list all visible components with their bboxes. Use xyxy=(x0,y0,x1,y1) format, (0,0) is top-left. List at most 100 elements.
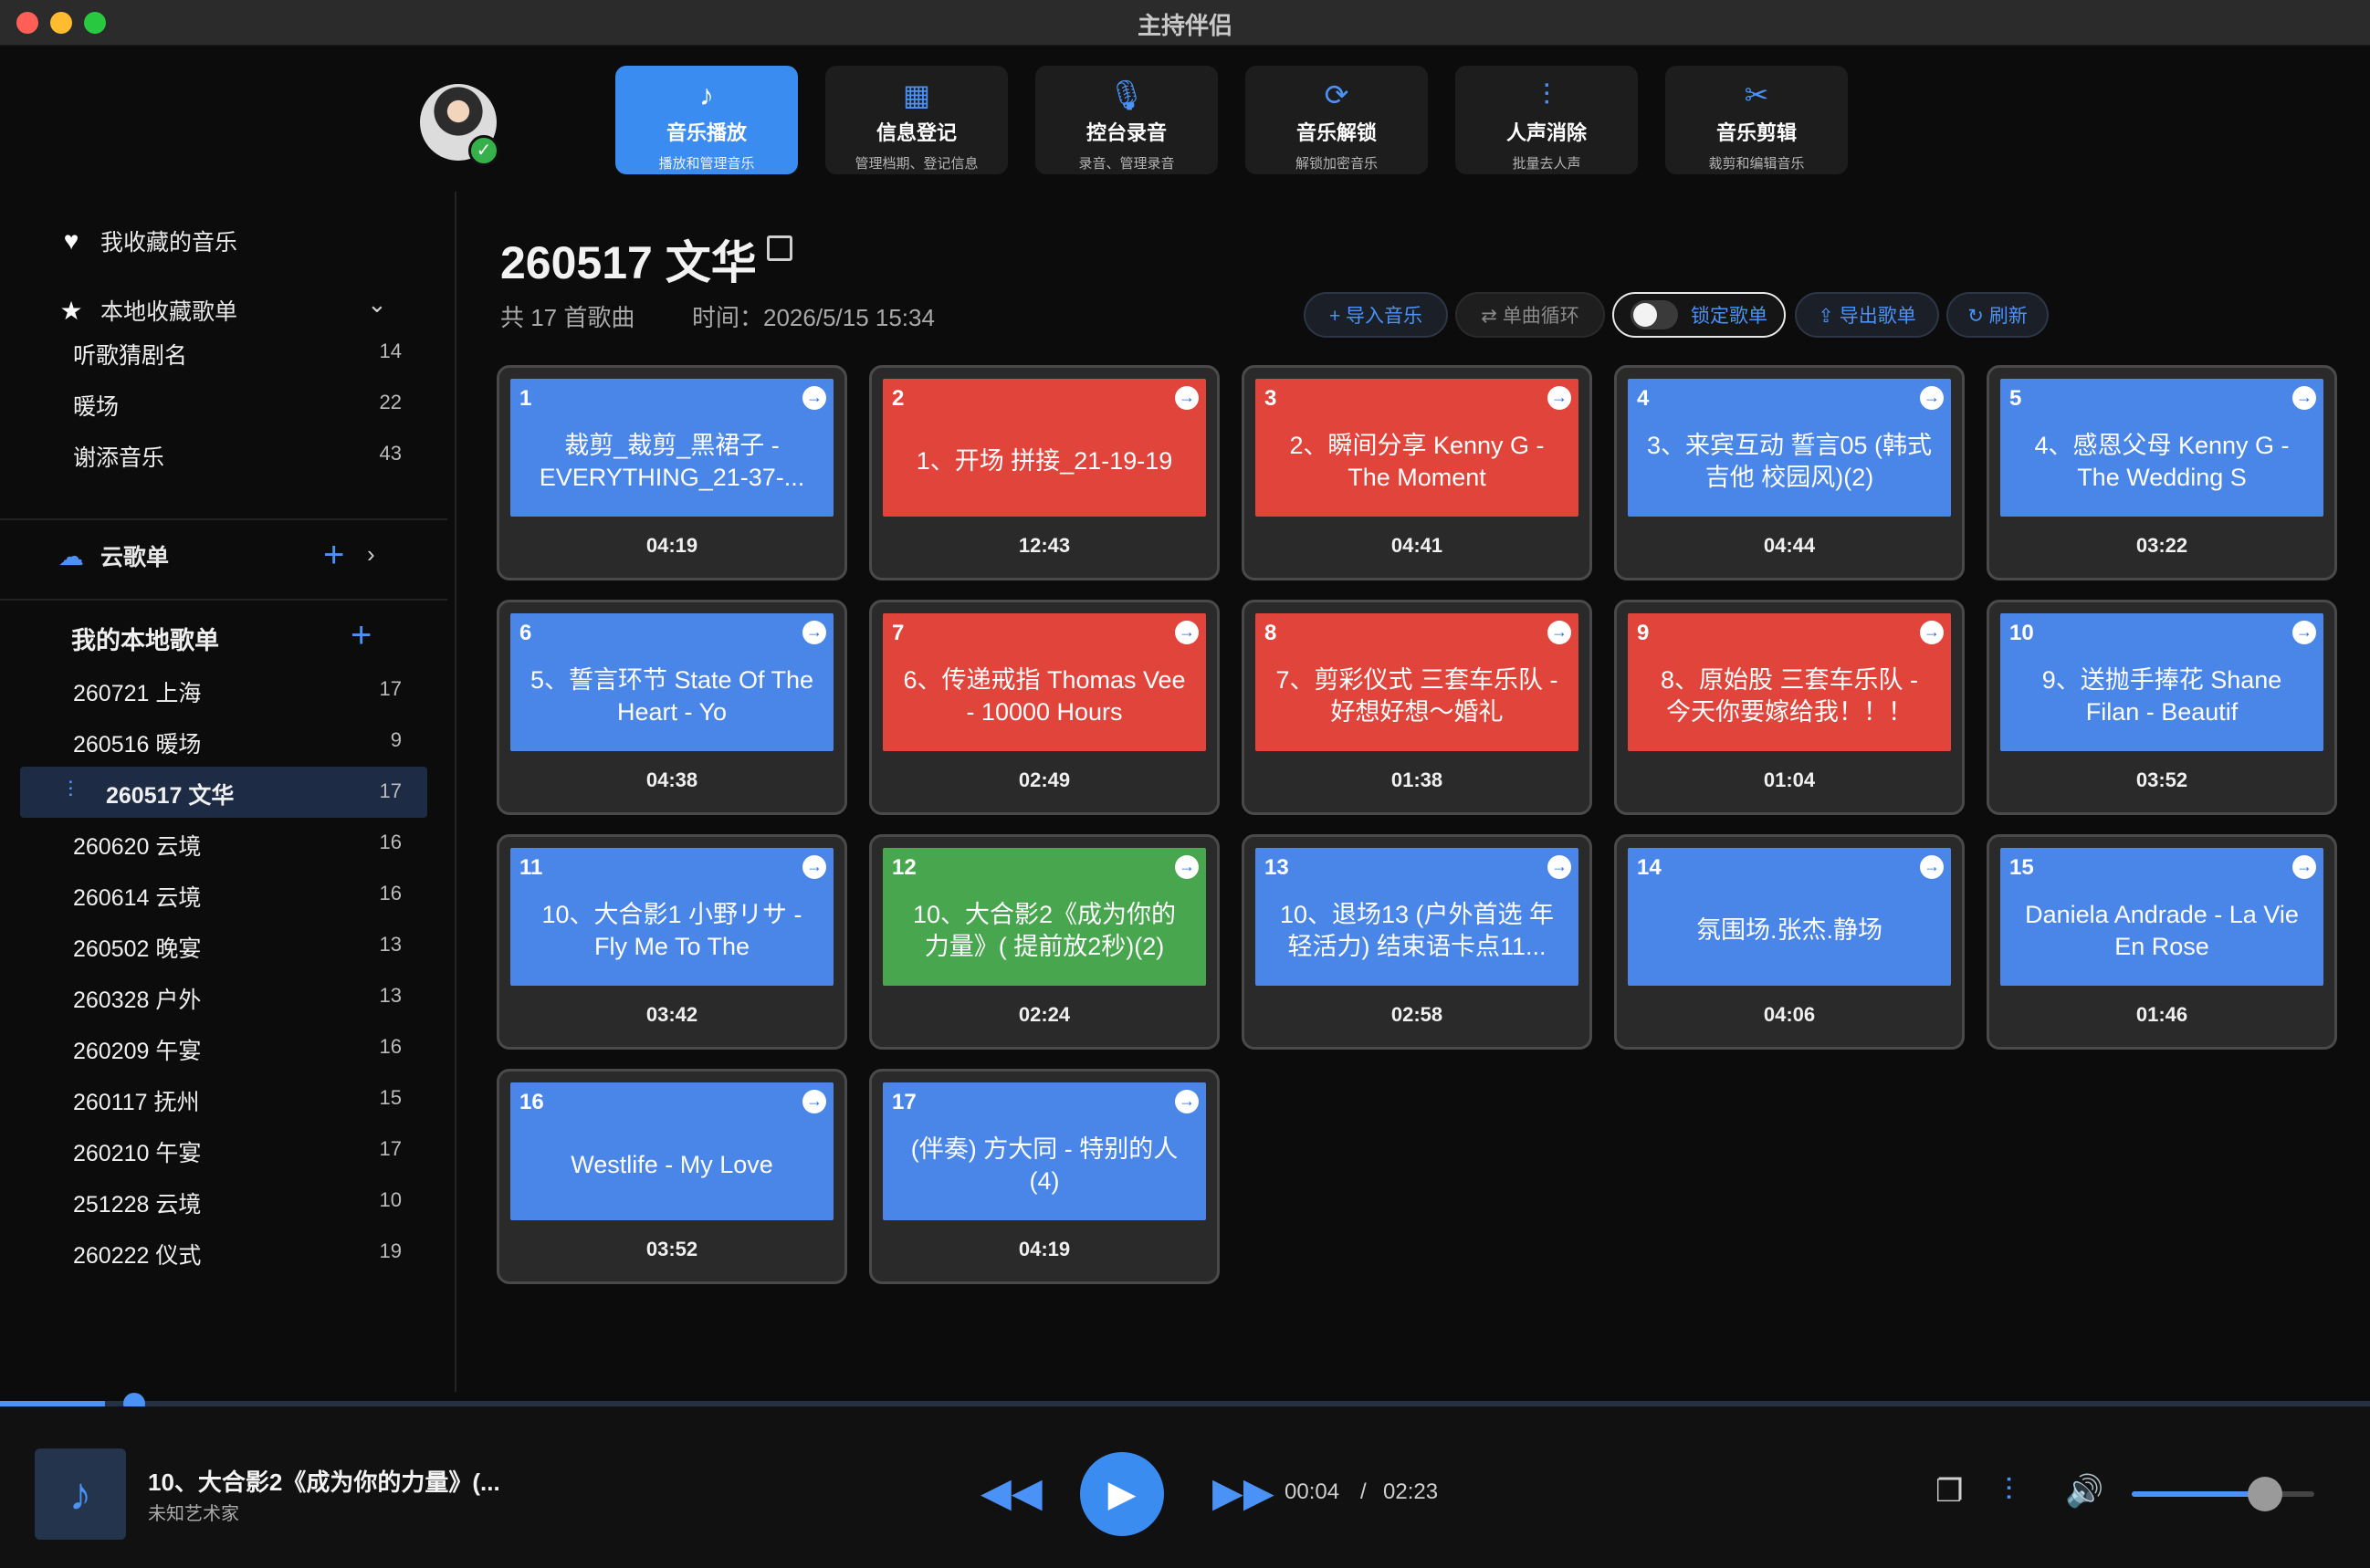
song-card[interactable]: 11 → 10、大合影1 小野リサ - Fly Me To The 03:42 xyxy=(497,834,847,1050)
song-card[interactable]: 17 → (伴奏) 方大同 - 特别的人(4) 04:19 xyxy=(869,1069,1220,1284)
playing-waveform-icon: ⫶ xyxy=(68,778,74,803)
current-time: 00:04 xyxy=(1285,1479,1340,1504)
song-card[interactable]: 6 → 5、誓言环节 State Of The Heart - Yo 04:38 xyxy=(497,600,847,815)
refresh-button[interactable]: ↻ 刷新 xyxy=(1946,292,2049,338)
next-button[interactable]: ▶▶ xyxy=(1212,1469,1274,1516)
volume-icon[interactable]: 🔊 xyxy=(2065,1473,2103,1510)
sidebar-local-fav-header[interactable]: ★ 本地收藏歌单 xyxy=(55,294,237,327)
song-card-face[interactable]: 7 → 6、传递戒指 Thomas Vee - 10000 Hours xyxy=(883,613,1206,751)
nav-tab-1[interactable]: ▦ 信息登记 管理档期、登记信息 xyxy=(825,66,1008,174)
song-card[interactable]: 1 → 裁剪_裁剪_黑裙子 - EVERYTHING_21-37-... 04:19 xyxy=(497,365,847,580)
waveform-icon: ⫶ xyxy=(1542,78,1550,111)
song-card[interactable]: 2 → 1、开场 拼接_21-19-19 12:43 xyxy=(869,365,1220,580)
previous-button[interactable]: ◀◀ xyxy=(981,1469,1043,1516)
add-local-playlist-button[interactable]: + xyxy=(351,617,372,653)
song-card[interactable]: 9 → 8、原始股 三套车乐队 - 今天你要嫁给我！！！ 01:04 xyxy=(1614,600,1965,815)
song-card[interactable]: 15 → Daniela Andrade - La Vie En Rose 01:46 xyxy=(1987,834,2337,1050)
refresh-icon: ⟳ xyxy=(1324,78,1349,111)
song-card[interactable]: 13 → 10、退场13 (户外首选 年轻活力) 结束语卡点11... 02:58 xyxy=(1242,834,1592,1050)
song-card-face[interactable]: 10 → 9、送抛手捧花 Shane Filan - Beautif xyxy=(2000,613,2323,751)
song-card-face[interactable]: 17 → (伴奏) 方大同 - 特别的人(4) xyxy=(883,1082,1206,1220)
sidebar-playlist-item[interactable]: 260210 午宴 xyxy=(73,1135,402,1168)
song-card-face[interactable]: 11 → 10、大合影1 小野リサ - Fly Me To The xyxy=(510,848,834,986)
playlist-title: 260517 文华 xyxy=(500,237,757,288)
sidebar-playlist-item[interactable]: 260209 午宴 xyxy=(73,1033,402,1066)
song-card-face[interactable]: 2 → 1、开场 拼接_21-19-19 xyxy=(883,379,1206,517)
sidebar-playlist-item[interactable]: 260620 云境 xyxy=(73,829,402,862)
song-card[interactable]: 8 → 7、剪彩仪式 三套车乐队 - 好想好想～婚礼 01:38 xyxy=(1242,600,1592,815)
sidebar-playlist-item[interactable]: 260222 仪式 xyxy=(73,1238,402,1270)
export-playlist-button[interactable]: ⇪ 导出歌单 xyxy=(1795,292,1939,338)
nav-tab-2[interactable]: 🎙 控台录音 录音、管理录音 xyxy=(1035,66,1218,174)
sidebar-cloud-label: 云歌单 xyxy=(100,545,170,570)
single-loop-button[interactable]: ⇄ 单曲循环 xyxy=(1455,292,1605,338)
sidebar-favorites-label: 我收藏的音乐 xyxy=(100,230,238,256)
song-card-face[interactable]: 4 → 3、来宾互动 誓言05 (韩式 吉他 校园风)(2) xyxy=(1628,379,1951,517)
star-icon: ★ xyxy=(59,296,83,325)
sidebar-playlist-count: 9 xyxy=(390,728,402,751)
sidebar-playlist-item[interactable]: 260502 晚宴 xyxy=(73,931,402,964)
sidebar-favorites[interactable]: ♥ 我收藏的音乐 xyxy=(55,225,237,257)
sidebar-playlist-item[interactable]: 260516 暖场 xyxy=(73,727,402,759)
song-card-face[interactable]: 13 → 10、退场13 (户外首选 年轻活力) 结束语卡点11... xyxy=(1255,848,1578,986)
song-card-face[interactable]: 6 → 5、誓言环节 State Of The Heart - Yo xyxy=(510,613,834,751)
song-title: 6、传递戒指 Thomas Vee - 10000 Hours xyxy=(903,665,1186,726)
song-card-face[interactable]: 15 → Daniela Andrade - La Vie En Rose xyxy=(2000,848,2323,986)
song-card[interactable]: 12 → 10、大合影2《成为你的力量》( 提前放2秒)(2) 02:24 xyxy=(869,834,1220,1050)
song-card-face[interactable]: 9 → 8、原始股 三套车乐队 - 今天你要嫁给我！！！ xyxy=(1628,613,1951,751)
nav-tab-label: 音乐播放 xyxy=(666,121,747,144)
song-duration: 02:49 xyxy=(1018,768,1071,791)
song-card[interactable]: 10 → 9、送抛手捧花 Shane Filan - Beautif 03:52 xyxy=(1987,600,2337,815)
nav-tab-5[interactable]: ✂ 音乐剪辑 裁剪和编辑音乐 xyxy=(1665,66,1848,174)
add-cloud-playlist-button[interactable]: + xyxy=(323,537,344,573)
song-card-face[interactable]: 14 → 氛围场.张杰.静场 xyxy=(1628,848,1951,986)
sidebar-fav-item[interactable]: 谢添音乐 xyxy=(73,440,402,473)
song-card[interactable]: 4 → 3、来宾互动 誓言05 (韩式 吉他 校园风)(2) 04:44 xyxy=(1614,365,1965,580)
playlist-window-icon[interactable]: ❐ xyxy=(1935,1473,1963,1510)
sidebar-cloud[interactable]: ☁ 云歌单 xyxy=(55,539,169,572)
sidebar-playlist-item[interactable]: 260721 上海 xyxy=(73,675,402,708)
song-card[interactable]: 3 → 2、瞬间分享 Kenny G - The Moment 04:41 xyxy=(1242,365,1592,580)
song-card[interactable]: 7 → 6、传递戒指 Thomas Vee - 10000 Hours 02:49 xyxy=(869,600,1220,815)
sidebar-fav-count: 43 xyxy=(379,442,402,465)
sidebar-playlist-item[interactable]: 260328 户外 xyxy=(73,982,402,1015)
sidebar-fav-item[interactable]: 暖场 xyxy=(73,389,402,422)
sidebar-divider xyxy=(0,518,447,520)
nav-tab-label: 信息登记 xyxy=(876,121,957,144)
sidebar-local-fav-label: 本地收藏歌单 xyxy=(100,299,238,325)
nav-tab-subtitle: 播放和管理音乐 xyxy=(658,156,755,172)
song-title: Westlife - My Love xyxy=(571,1151,773,1178)
song-duration: 04:19 xyxy=(645,534,698,557)
song-card-face[interactable]: 5 → 4、感恩父母 Kenny G - The Wedding S xyxy=(2000,379,2323,517)
song-duration: 03:52 xyxy=(2135,768,2188,791)
toggle-switch[interactable] xyxy=(1631,300,1678,329)
song-card[interactable]: 16 → Westlife - My Love 03:52 xyxy=(497,1069,847,1284)
nav-tab-4[interactable]: ⫶ 人声消除 批量去人声 xyxy=(1455,66,1638,174)
total-time: 02:23 xyxy=(1383,1479,1439,1504)
song-card-face[interactable]: 16 → Westlife - My Love xyxy=(510,1082,834,1220)
nav-tab-label: 人声消除 xyxy=(1505,121,1587,144)
song-card-face[interactable]: 1 → 裁剪_裁剪_黑裙子 - EVERYTHING_21-37-... xyxy=(510,379,834,517)
sidebar-playlist-item[interactable]: 260614 云境 xyxy=(73,880,402,913)
nav-tab-0[interactable]: ♪ 音乐播放 播放和管理音乐 xyxy=(615,66,798,174)
song-card-face[interactable]: 12 → 10、大合影2《成为你的力量》( 提前放2秒)(2) xyxy=(883,848,1206,986)
lock-playlist-toggle[interactable]: 锁定歌单 xyxy=(1612,292,1786,338)
song-card-face[interactable]: 3 → 2、瞬间分享 Kenny G - The Moment xyxy=(1255,379,1578,517)
sidebar-playlist-item[interactable]: 251228 云境 xyxy=(73,1186,402,1219)
volume-knob[interactable] xyxy=(2248,1477,2282,1511)
song-card-face[interactable]: 8 → 7、剪彩仪式 三套车乐队 - 好想好想～婚礼 xyxy=(1255,613,1578,751)
chevron-right-icon[interactable]: › xyxy=(367,540,375,569)
nav-tab-3[interactable]: ⟳ 音乐解锁 解锁加密音乐 xyxy=(1245,66,1428,174)
import-music-button[interactable]: + 导入音乐 xyxy=(1304,292,1448,338)
song-card[interactable]: 5 → 4、感恩父母 Kenny G - The Wedding S 03:22 xyxy=(1987,365,2337,580)
waveform-icon[interactable]: ⫶ xyxy=(2005,1473,2013,1509)
document-icon[interactable] xyxy=(767,235,792,261)
sidebar-playlist-item[interactable]: 260117 抚州 xyxy=(73,1084,402,1117)
now-playing-artist: 未知艺术家 xyxy=(148,1504,239,1524)
song-card[interactable]: 14 → 氛围场.张杰.静场 04:06 xyxy=(1614,834,1965,1050)
song-title: 3、来宾互动 誓言05 (韩式 吉他 校园风)(2) xyxy=(1646,431,1933,491)
sidebar-fav-item[interactable]: 听歌猜剧名 xyxy=(73,338,402,371)
song-duration: 03:52 xyxy=(645,1238,698,1260)
chevron-down-icon[interactable]: ⌄ xyxy=(367,290,387,319)
play-button[interactable]: ▶ xyxy=(1080,1452,1164,1536)
